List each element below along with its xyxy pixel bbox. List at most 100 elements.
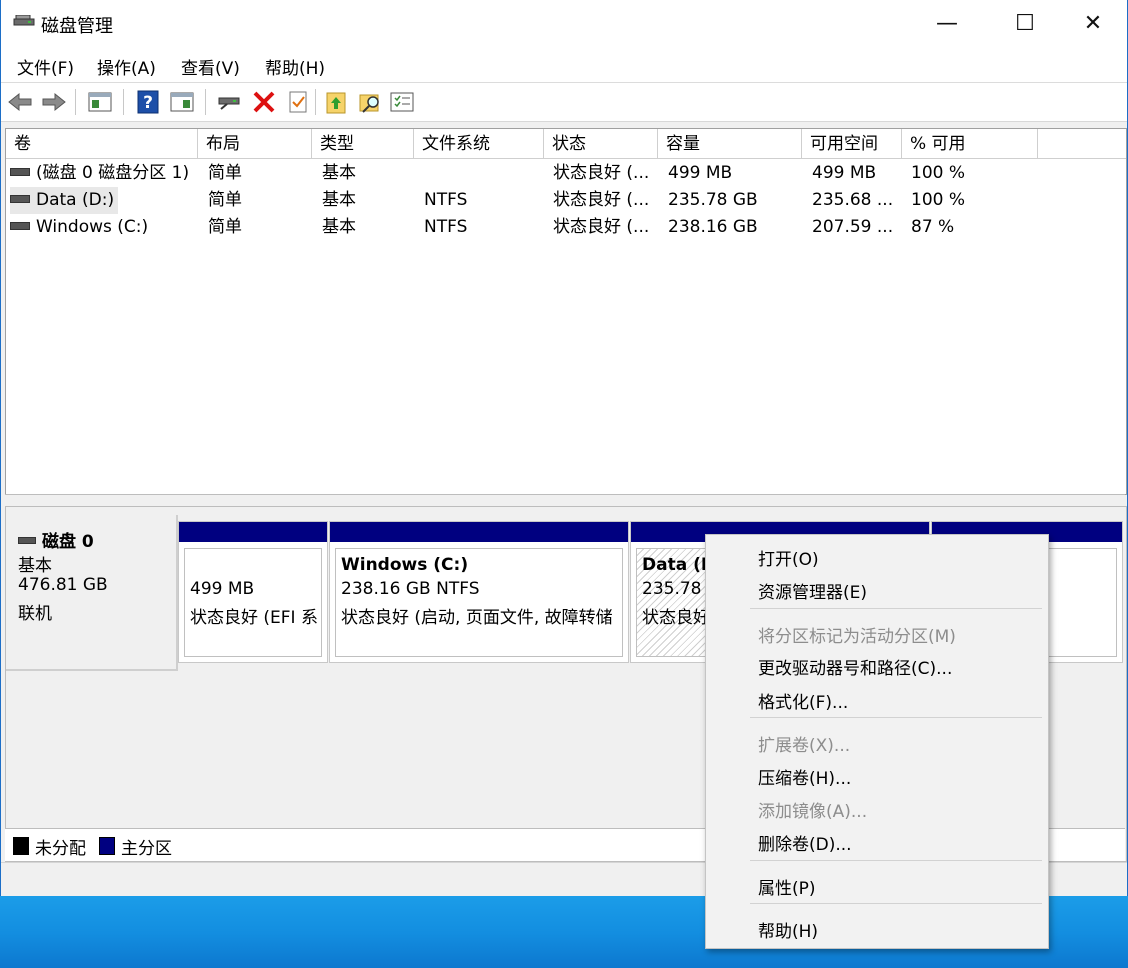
- legend-primary: 主分区: [121, 839, 172, 859]
- volume-list[interactable]: 卷 布局 类型 文件系统 状态 容量 可用空间 % 可用 (磁盘 0 磁盘分区 …: [5, 128, 1127, 495]
- drive-icon: [10, 221, 30, 230]
- close-icon: ✕: [1083, 11, 1103, 36]
- connect-icon[interactable]: [217, 89, 243, 115]
- menu-item-extend-volume: 扩展卷(X)...: [758, 736, 851, 756]
- minimize-button[interactable]: —: [913, 0, 981, 48]
- column-header-type[interactable]: 类型: [312, 129, 414, 159]
- layout-cell: 简单: [208, 163, 242, 183]
- toolbar-separator: [315, 89, 316, 115]
- toolbar-separator: [75, 89, 76, 115]
- capacity-cell: 235.78 GB: [668, 190, 758, 210]
- menu-item-mark-active: 将分区标记为活动分区(M): [758, 627, 956, 647]
- partition-status: 状态良好 (启动, 页面文件, 故障转储: [341, 608, 613, 628]
- svg-text:?: ?: [143, 93, 153, 113]
- menu-item-delete-volume[interactable]: 删除卷(D)...: [758, 830, 852, 855]
- percent-free-cell: 100 %: [911, 190, 966, 210]
- menu-item-open[interactable]: 打开(O): [758, 545, 819, 570]
- partition-status: 状态良好 (EFI 系: [190, 608, 318, 628]
- menu-item-explorer[interactable]: 资源管理器(E): [758, 578, 867, 603]
- maximize-button[interactable]: ☐: [991, 0, 1059, 48]
- menu-item-shrink-volume[interactable]: 压缩卷(H)...: [758, 764, 851, 789]
- title-bar[interactable]: 磁盘管理 — ☐ ✕: [1, 0, 1127, 48]
- volume-name-cell: Data (D:): [10, 187, 119, 214]
- export-icon[interactable]: [323, 89, 349, 115]
- properties-icon[interactable]: [285, 89, 311, 115]
- context-menu: 打开(O) 资源管理器(E) 将分区标记为活动分区(M) 更改驱动器号和路径(C…: [705, 534, 1049, 949]
- close-button[interactable]: ✕: [1059, 0, 1127, 48]
- partition-type-bar: [179, 522, 327, 542]
- volume-name: Windows (C:): [36, 217, 149, 237]
- toolbar-separator: [205, 89, 206, 115]
- window-title: 磁盘管理: [41, 16, 113, 37]
- capacity-cell: 499 MB: [668, 163, 733, 183]
- column-header-volume[interactable]: 卷: [6, 129, 198, 159]
- menu-separator: [750, 903, 1042, 904]
- menu-file[interactable]: 文件(F): [17, 54, 74, 79]
- list-icon[interactable]: [389, 89, 415, 115]
- status-cell: 状态良好 (...: [553, 163, 650, 183]
- delete-icon[interactable]: [251, 89, 277, 115]
- disk-management-app-icon: [13, 15, 35, 26]
- table-row[interactable]: Data (D:) 简单 基本 NTFS 状态良好 (... 235.78 GB…: [6, 187, 1126, 214]
- column-header-layout[interactable]: 布局: [198, 129, 312, 159]
- free-space-cell: 499 MB: [812, 163, 877, 183]
- legend-unallocated: 未分配: [35, 839, 86, 859]
- menu-item-format[interactable]: 格式化(F)...: [758, 688, 848, 713]
- partition-details: 499 MB 状态良好 (EFI 系: [184, 548, 322, 657]
- layout-cell: 简单: [208, 217, 242, 237]
- menu-item-add-mirror: 添加镜像(A)...: [758, 802, 868, 822]
- percent-free-cell: 100 %: [911, 163, 966, 183]
- partition-size: 499 MB: [190, 579, 255, 599]
- menu-item-help[interactable]: 帮助(H): [758, 917, 818, 942]
- menu-view[interactable]: 查看(V): [181, 54, 240, 79]
- column-header-capacity[interactable]: 容量: [658, 129, 802, 159]
- partition-windows-c[interactable]: Windows (C:) 238.16 GB NTFS 状态良好 (启动, 页面…: [329, 521, 629, 663]
- search-folder-icon[interactable]: [357, 89, 383, 115]
- free-space-cell: 207.59 ...: [812, 217, 894, 237]
- unallocated-swatch: [13, 837, 29, 855]
- table-row[interactable]: (磁盘 0 磁盘分区 1) 简单 基本 状态良好 (... 499 MB 499…: [6, 160, 1126, 187]
- forward-arrow-icon[interactable]: [41, 89, 67, 115]
- console-tree-icon[interactable]: [87, 89, 113, 115]
- status-cell: 状态良好 (...: [553, 217, 650, 237]
- column-header-status[interactable]: 状态: [544, 129, 658, 159]
- partition-efi[interactable]: 499 MB 状态良好 (EFI 系: [178, 521, 328, 663]
- disk-size: 476.81 GB: [18, 575, 108, 595]
- table-row[interactable]: Windows (C:) 简单 基本 NTFS 状态良好 (... 238.16…: [6, 214, 1126, 241]
- menu-item-change-drive-letter[interactable]: 更改驱动器号和路径(C)...: [758, 654, 952, 679]
- volume-name: (磁盘 0 磁盘分区 1): [36, 163, 190, 183]
- help-icon[interactable]: ?: [135, 89, 161, 115]
- column-header-free-space[interactable]: 可用空间: [802, 129, 902, 159]
- menu-separator: [750, 608, 1042, 609]
- column-header-filesystem[interactable]: 文件系统: [414, 129, 544, 159]
- menu-help[interactable]: 帮助(H): [265, 54, 325, 79]
- partition-status: 状态良好: [642, 608, 710, 628]
- partition-size: 235.78 (: [642, 579, 714, 599]
- filesystem-cell: NTFS: [424, 190, 468, 210]
- partition-title: Data (I: [642, 555, 708, 575]
- menu-action[interactable]: 操作(A): [97, 54, 156, 79]
- partition-title: Windows (C:): [341, 555, 469, 575]
- disk-type: 基本: [18, 556, 52, 576]
- primary-partition-swatch: [99, 837, 115, 855]
- column-header-empty: [1038, 129, 1126, 159]
- menu-item-properties[interactable]: 属性(P): [758, 874, 816, 899]
- partition-size: 238.16 GB NTFS: [341, 579, 480, 599]
- drive-icon: [10, 167, 30, 176]
- percent-free-cell: 87 %: [911, 217, 955, 237]
- back-arrow-icon[interactable]: [7, 89, 33, 115]
- menu-separator: [750, 717, 1042, 718]
- partition-type-bar: [330, 522, 628, 542]
- disk-name-row: 磁盘 0: [18, 527, 94, 552]
- column-header-percent-free[interactable]: % 可用: [902, 129, 1038, 159]
- volume-name-cell: (磁盘 0 磁盘分区 1): [10, 160, 189, 187]
- filesystem-cell: NTFS: [424, 217, 468, 237]
- partition-details: Windows (C:) 238.16 GB NTFS 状态良好 (启动, 页面…: [335, 548, 623, 657]
- capacity-cell: 238.16 GB: [668, 217, 758, 237]
- layout-cell: 简单: [208, 190, 242, 210]
- type-cell: 基本: [322, 163, 356, 183]
- show-hide-icon[interactable]: [169, 89, 195, 115]
- disk-0-label[interactable]: 磁盘 0 基本 476.81 GB 联机: [6, 515, 178, 671]
- toolbar-separator: [123, 89, 124, 115]
- free-space-cell: 235.68 ...: [812, 190, 894, 210]
